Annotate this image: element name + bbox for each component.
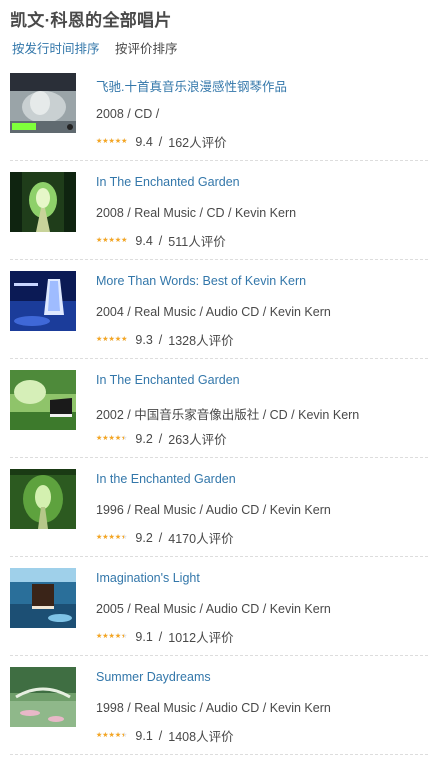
rating-separator: /: [158, 530, 163, 545]
album-title-link[interactable]: In the Enchanted Garden: [96, 472, 236, 486]
rating-separator: /: [158, 431, 163, 446]
rating-score: 9.4: [135, 134, 153, 149]
album-meta: 1998 / Real Music / Audio CD / Kevin Ker…: [96, 701, 331, 715]
album-item: In The Enchanted Garden 2002 / 中国音乐家音像出版…: [10, 359, 428, 458]
piano-seascape-cover-icon: [10, 568, 76, 628]
album-meta: 2004 / Real Music / Audio CD / Kevin Ker…: [96, 305, 331, 319]
rating-stars-icon: ★★★★★★★★★★: [96, 434, 128, 442]
album-item: Summer Daydreams 1998 / Real Music / Aud…: [10, 656, 428, 755]
album-cover[interactable]: [10, 370, 76, 430]
rating-votes: 162人评价: [168, 136, 227, 150]
rating-separator: /: [158, 728, 163, 743]
rating-score: 9.3: [135, 332, 153, 347]
rating-votes: 511人评价: [168, 235, 226, 249]
album-cover[interactable]: [10, 271, 76, 331]
rating-separator: /: [158, 233, 163, 248]
rating-stars-icon: ★★★★★★★★★★: [96, 632, 128, 640]
album-title-link[interactable]: 飞驰.十首真音乐浪漫感性钢琴作品: [96, 76, 287, 95]
album-rating: ★★★★★ ★★★★★ 9.3 / 1328人评价: [96, 330, 234, 349]
album-meta: 2008 / CD /: [96, 107, 160, 121]
rating-separator: /: [158, 629, 163, 644]
garden-piano-cover-icon: [10, 370, 76, 430]
rating-votes: 4170人评价: [168, 532, 234, 546]
album-item: In the Enchanted Garden 1996 / Real Musi…: [10, 458, 428, 557]
monet-bridge-cover-icon: [10, 667, 76, 727]
album-item: 飞驰.十首真音乐浪漫感性钢琴作品 2008 / CD / ★★★★★ ★★★★★ …: [10, 62, 428, 161]
rating-score: 9.2: [135, 431, 153, 446]
album-item: More Than Words: Best of Kevin Kern 2004…: [10, 260, 428, 359]
album-title-link[interactable]: Summer Daydreams: [96, 670, 211, 684]
album-rating: ★★★★★ ★★★★★ 9.4 / 511人评价: [96, 231, 226, 250]
horse-piano-cover-icon: [10, 73, 76, 133]
page-title: 凯文·科恩的全部唱片: [10, 11, 172, 30]
album-rating: ★★★★★★★★★★ 9.1 / 1012人评价: [96, 627, 234, 646]
album-cover[interactable]: [10, 667, 76, 727]
album-title-link[interactable]: More Than Words: Best of Kevin Kern: [96, 274, 306, 288]
rating-votes: 1408人评价: [168, 730, 234, 744]
album-rating: ★★★★★★★★★★ 9.2 / 263人评价: [96, 429, 227, 448]
album-item: In The Enchanted Garden 2008 / Real Musi…: [10, 161, 428, 260]
album-rating: ★★★★★ ★★★★★ 9.4 / 162人评价: [96, 132, 227, 151]
rating-stars-icon: ★★★★★★★★★★: [96, 731, 128, 739]
rating-score: 9.4: [135, 233, 153, 248]
rating-stars-icon: ★★★★★★★★★★: [96, 335, 128, 343]
album-meta: 2005 / Real Music / Audio CD / Kevin Ker…: [96, 602, 331, 616]
rating-score: 9.1: [135, 728, 153, 743]
album-meta: 1996 / Real Music / Audio CD / Kevin Ker…: [96, 503, 331, 517]
garden-path-cover-icon: [10, 172, 76, 232]
waterfall-cover-icon: [10, 271, 76, 331]
album-list: 飞驰.十首真音乐浪漫感性钢琴作品 2008 / CD / ★★★★★ ★★★★★ …: [10, 62, 428, 755]
album-cover[interactable]: [10, 73, 76, 133]
rating-votes: 1328人评价: [168, 334, 234, 348]
rating-stars-icon: ★★★★★★★★★★: [96, 533, 128, 541]
rating-stars-icon: ★★★★★★★★★★: [96, 236, 128, 244]
rating-stars-icon: ★★★★★★★★★★: [96, 137, 128, 145]
rating-score: 9.1: [135, 629, 153, 644]
album-meta: 2002 / 中国音乐家音像出版社 / CD / Kevin Kern: [96, 408, 360, 422]
garden-tunnel-cover-icon: [10, 469, 76, 529]
rating-votes: 1012人评价: [168, 631, 234, 645]
album-rating: ★★★★★★★★★★ 9.1 / 1408人评价: [96, 726, 234, 745]
rating-separator: /: [158, 332, 163, 347]
album-cover[interactable]: [10, 568, 76, 628]
sort-by-rating-link[interactable]: 按评价排序: [115, 42, 178, 56]
sort-by-date-link[interactable]: 按发行时间排序: [12, 42, 100, 56]
album-title-link[interactable]: In The Enchanted Garden: [96, 373, 240, 387]
album-meta: 2008 / Real Music / CD / Kevin Kern: [96, 206, 297, 220]
album-title-link[interactable]: In The Enchanted Garden: [96, 175, 240, 189]
album-rating: ★★★★★★★★★★ 9.2 / 4170人评价: [96, 528, 234, 547]
album-title-link[interactable]: Imagination's Light: [96, 571, 200, 585]
album-cover[interactable]: [10, 469, 76, 529]
album-item: Imagination's Light 2005 / Real Music / …: [10, 557, 428, 656]
rating-votes: 263人评价: [168, 433, 227, 447]
album-cover[interactable]: [10, 172, 76, 232]
rating-separator: /: [158, 134, 163, 149]
rating-score: 9.2: [135, 530, 153, 545]
sort-bar: 按发行时间排序 按评价排序: [12, 38, 190, 57]
